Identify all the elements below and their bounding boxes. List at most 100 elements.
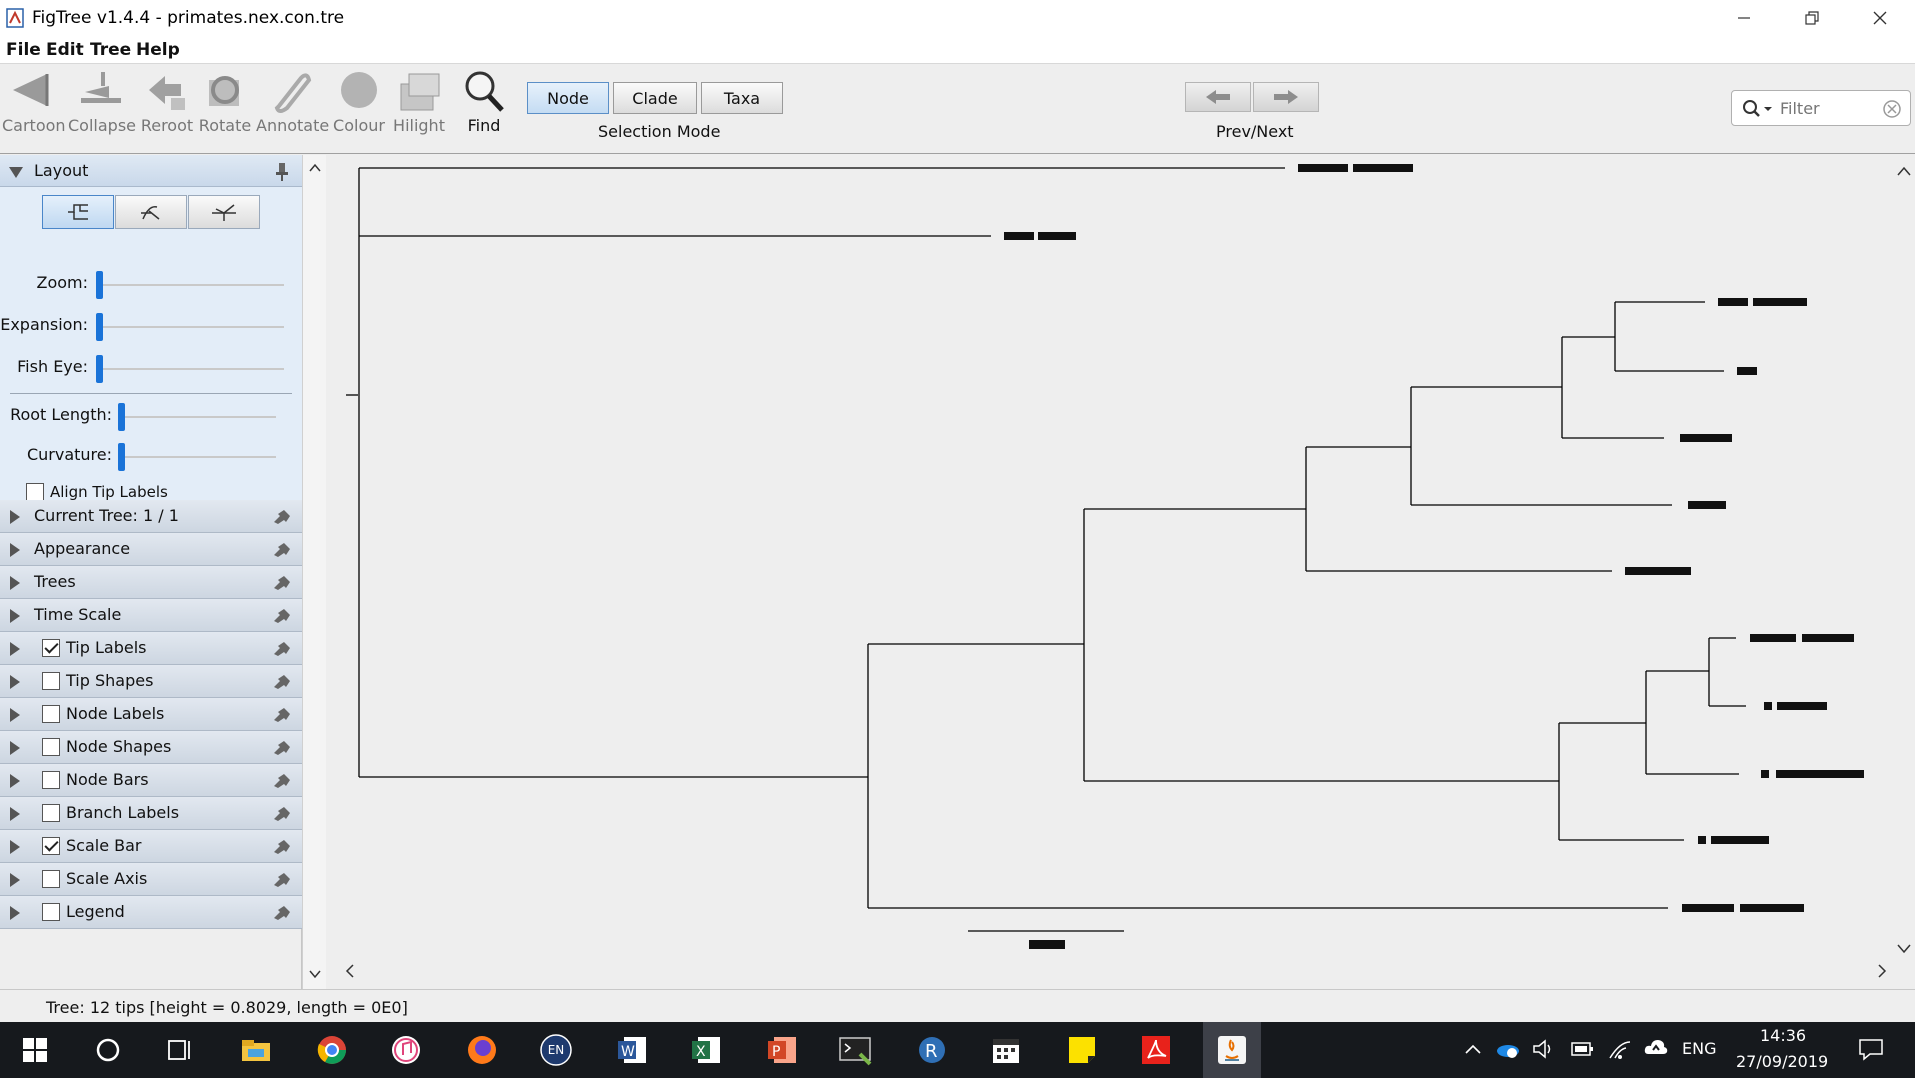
menu-tree[interactable]: Tree: [90, 40, 131, 60]
collapse-button[interactable]: Collapse: [68, 68, 136, 135]
sticky-notes-button[interactable]: [1062, 1030, 1102, 1070]
tip-label[interactable]: [1688, 501, 1726, 509]
fisheye-slider[interactable]: [96, 355, 103, 383]
excel-button[interactable]: X: [686, 1030, 726, 1070]
menu-help[interactable]: Help: [136, 40, 180, 60]
close-button[interactable]: [1846, 0, 1914, 36]
polar-layout-button[interactable]: [115, 195, 187, 229]
pin-icon[interactable]: [272, 871, 292, 887]
clock-date[interactable]: 27/09/2019: [1736, 1052, 1828, 1071]
section-current-tree-1-1[interactable]: Current Tree: 1 / 1: [0, 500, 302, 533]
next-button[interactable]: [1253, 82, 1319, 112]
section-checkbox[interactable]: [42, 639, 60, 657]
mode-clade-button[interactable]: Clade: [613, 82, 697, 114]
pin-icon[interactable]: [272, 739, 292, 755]
canvas-scroll-left-icon[interactable]: [345, 964, 354, 978]
rectangular-layout-button[interactable]: [42, 195, 114, 229]
tip-label[interactable]: [1802, 634, 1854, 642]
section-legend[interactable]: Legend: [0, 896, 302, 929]
pin-icon[interactable]: [272, 706, 292, 722]
radial-layout-button[interactable]: [188, 195, 260, 229]
section-appearance[interactable]: Appearance: [0, 533, 302, 566]
tip-label[interactable]: [1761, 770, 1769, 778]
section-checkbox[interactable]: [42, 771, 60, 789]
file-explorer-button[interactable]: [236, 1030, 276, 1070]
tip-label[interactable]: [1038, 232, 1076, 240]
clear-icon[interactable]: [1882, 99, 1902, 119]
find-button[interactable]: Find: [458, 68, 510, 135]
section-scale-bar[interactable]: Scale Bar: [0, 830, 302, 863]
scroll-down-icon[interactable]: [309, 969, 321, 979]
section-checkbox[interactable]: [42, 672, 60, 690]
pin-icon[interactable]: [272, 805, 292, 821]
tree-view[interactable]: [328, 155, 1915, 989]
battery-icon[interactable]: [1570, 1038, 1594, 1060]
mode-node-button[interactable]: Node: [527, 82, 609, 114]
language-button[interactable]: EN: [536, 1030, 576, 1070]
reroot-button[interactable]: Reroot: [138, 68, 196, 135]
onedrive-icon[interactable]: [1495, 1038, 1521, 1060]
section-checkbox[interactable]: [42, 705, 60, 723]
section-node-shapes[interactable]: Node Shapes: [0, 731, 302, 764]
firefox-button[interactable]: [462, 1030, 502, 1070]
powerpoint-button[interactable]: P: [762, 1030, 802, 1070]
search-button[interactable]: [88, 1030, 128, 1070]
pin-icon[interactable]: [272, 640, 292, 656]
tip-label[interactable]: [1625, 567, 1691, 575]
tip-label[interactable]: [1750, 634, 1796, 642]
scroll-up-icon[interactable]: [309, 163, 321, 173]
section-trees[interactable]: Trees: [0, 566, 302, 599]
align-tip-labels-checkbox[interactable]: [26, 483, 44, 501]
pin-icon[interactable]: [274, 161, 290, 181]
tip-label[interactable]: [1298, 164, 1348, 172]
mode-taxa-button[interactable]: Taxa: [701, 82, 783, 114]
task-view-button[interactable]: [160, 1030, 200, 1070]
pin-icon[interactable]: [272, 541, 292, 557]
input-language[interactable]: ENG: [1682, 1039, 1716, 1058]
cloud-upload-icon[interactable]: [1643, 1036, 1669, 1060]
pin-icon[interactable]: [272, 574, 292, 590]
colour-button[interactable]: Colour: [330, 68, 388, 135]
restore-button[interactable]: [1778, 0, 1846, 36]
rotate-button[interactable]: Rotate: [198, 68, 252, 135]
tray-overflow-icon[interactable]: [1464, 1042, 1482, 1056]
calendar-button[interactable]: [986, 1030, 1026, 1070]
tree-canvas[interactable]: [328, 155, 1915, 989]
section-scale-axis[interactable]: Scale Axis: [0, 863, 302, 896]
tip-label[interactable]: [1711, 836, 1769, 844]
word-button[interactable]: W: [612, 1030, 652, 1070]
pin-icon[interactable]: [272, 508, 292, 524]
itunes-button[interactable]: [386, 1030, 426, 1070]
tip-label[interactable]: [1776, 770, 1864, 778]
java-button[interactable]: [1212, 1030, 1252, 1070]
start-button[interactable]: [15, 1030, 55, 1070]
annotate-button[interactable]: Annotate: [256, 68, 329, 135]
left-panel-scrollbar[interactable]: [302, 155, 326, 989]
wifi-icon[interactable]: [1608, 1038, 1632, 1060]
tip-label[interactable]: [1353, 164, 1413, 172]
pin-icon[interactable]: [272, 607, 292, 623]
expansion-slider[interactable]: [96, 313, 103, 341]
section-node-labels[interactable]: Node Labels: [0, 698, 302, 731]
tip-label[interactable]: [1764, 702, 1772, 710]
tip-label[interactable]: [1698, 836, 1706, 844]
section-tip-labels[interactable]: Tip Labels: [0, 632, 302, 665]
tip-label[interactable]: [1777, 702, 1827, 710]
pin-icon[interactable]: [272, 838, 292, 854]
notifications-icon[interactable]: [1858, 1037, 1884, 1061]
tip-label[interactable]: [1680, 434, 1732, 442]
hilight-button[interactable]: Hilight: [392, 68, 446, 135]
section-node-bars[interactable]: Node Bars: [0, 764, 302, 797]
menu-edit[interactable]: Edit: [46, 40, 84, 60]
filter-input[interactable]: [1780, 97, 1880, 119]
volume-icon[interactable]: [1532, 1038, 1556, 1060]
r-button[interactable]: R: [912, 1030, 952, 1070]
minimize-button[interactable]: [1710, 0, 1778, 36]
tip-label[interactable]: [1753, 298, 1807, 306]
section-checkbox[interactable]: [42, 903, 60, 921]
canvas-scroll-down-icon[interactable]: [1897, 944, 1911, 954]
pin-icon[interactable]: [272, 772, 292, 788]
clock-time[interactable]: 14:36: [1760, 1026, 1806, 1045]
menu-file[interactable]: File: [6, 40, 41, 60]
pin-icon[interactable]: [272, 673, 292, 689]
